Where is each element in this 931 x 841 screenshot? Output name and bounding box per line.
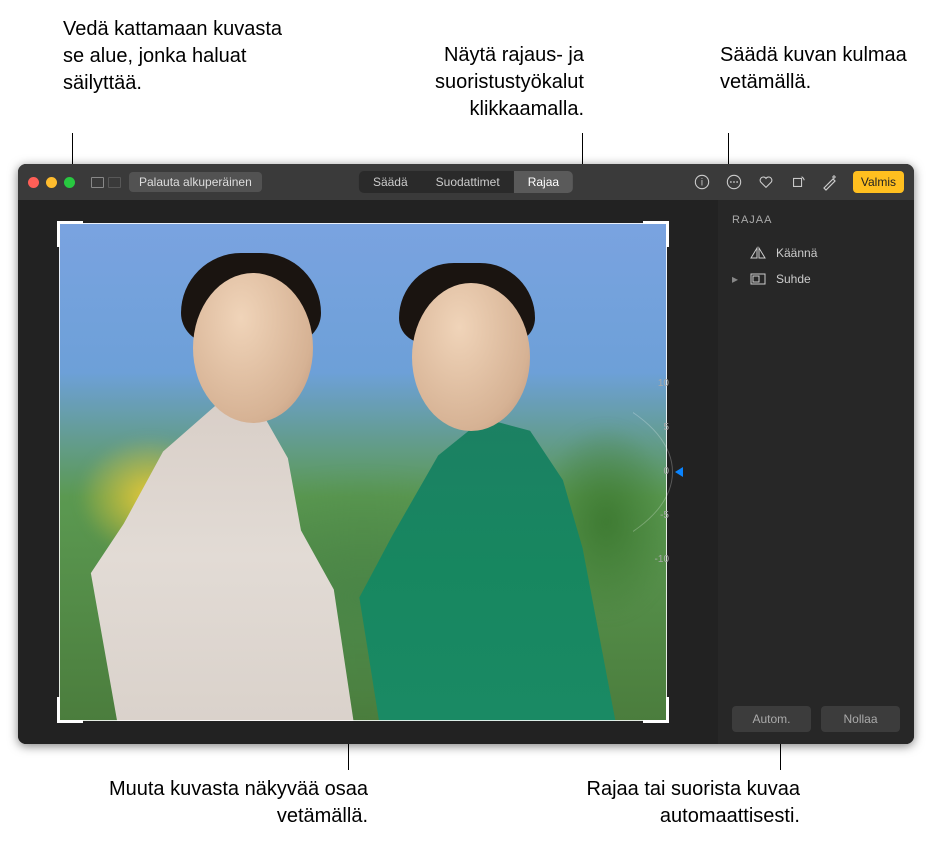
favorite-icon[interactable] [757,173,775,191]
tab-filters[interactable]: Suodattimet [422,171,514,193]
crop-sidebar: RAJAA Käännä ▸ Suhde Autom. Nollaa [718,200,914,744]
more-icon[interactable] [725,173,743,191]
revert-button[interactable]: Palauta alkuperäinen [129,172,262,192]
dial-tick: 5 [639,422,669,433]
editor-body: 10 5 0 -5 -10 RAJAA Käännä ▸ Suhde [18,200,914,744]
sidebar-title: RAJAA [732,214,900,226]
fullscreen-window-button[interactable] [64,177,75,188]
dial-tick: 10 [639,378,669,389]
auto-crop-button[interactable]: Autom. [732,706,811,732]
edit-mode-tabs: Säädä Suodattimet Rajaa [359,171,573,193]
photo-content[interactable] [59,223,667,721]
crop-region[interactable]: 10 5 0 -5 -10 [59,223,667,721]
callout-auto-crop: Rajaa tai suorista kuvaa automaattisesti… [520,776,800,830]
sidebar-item-label: Suhde [776,272,811,286]
callout-change-visible: Muuta kuvasta näkyvää osaa vetämällä. [98,776,368,830]
dial-tick: -10 [639,554,669,565]
flip-icon [750,246,766,260]
thumbnail-view-icon [91,177,104,188]
minimize-window-button[interactable] [46,177,57,188]
titlebar: Palauta alkuperäinen Säädä Suodattimet R… [18,164,914,200]
compare-view-icon [108,177,121,188]
crop-handle-bl[interactable] [57,697,83,723]
auto-enhance-icon[interactable] [821,173,839,191]
rotate-icon[interactable] [789,173,807,191]
window-controls [28,177,75,188]
reset-crop-button[interactable]: Nollaa [821,706,900,732]
crop-handle-tr[interactable] [643,221,669,247]
done-button[interactable]: Valmis [853,171,904,193]
sidebar-item-label: Käännä [776,246,817,260]
sidebar-item-flip[interactable]: Käännä [732,240,900,266]
photos-edit-window: Palauta alkuperäinen Säädä Suodattimet R… [18,164,914,744]
dial-pointer-icon [675,467,683,477]
callout-drag-keep: Vedä kattamaan kuvasta se alue, jonka ha… [63,16,293,97]
callout-show-crop: Näytä rajaus- ja suoristustyökalut klikk… [354,42,584,123]
callout-adjust-angle: Säädä kuvan kulmaa vetämällä. [720,42,920,96]
view-toggle[interactable] [91,177,121,188]
dial-tick: 0 [639,466,669,477]
crop-handle-tl[interactable] [57,221,83,247]
tab-crop[interactable]: Rajaa [514,171,573,193]
crop-handle-br[interactable] [643,697,669,723]
svg-text:i: i [701,178,703,189]
chevron-right-icon: ▸ [732,272,740,286]
straighten-dial[interactable]: 10 5 0 -5 -10 [633,372,673,572]
aspect-icon [750,272,766,286]
sidebar-item-aspect[interactable]: ▸ Suhde [732,266,900,292]
close-window-button[interactable] [28,177,39,188]
dial-tick: -5 [639,510,669,521]
tab-adjust[interactable]: Säädä [359,171,422,193]
canvas-area: 10 5 0 -5 -10 [18,200,718,744]
info-icon[interactable]: i [693,173,711,191]
